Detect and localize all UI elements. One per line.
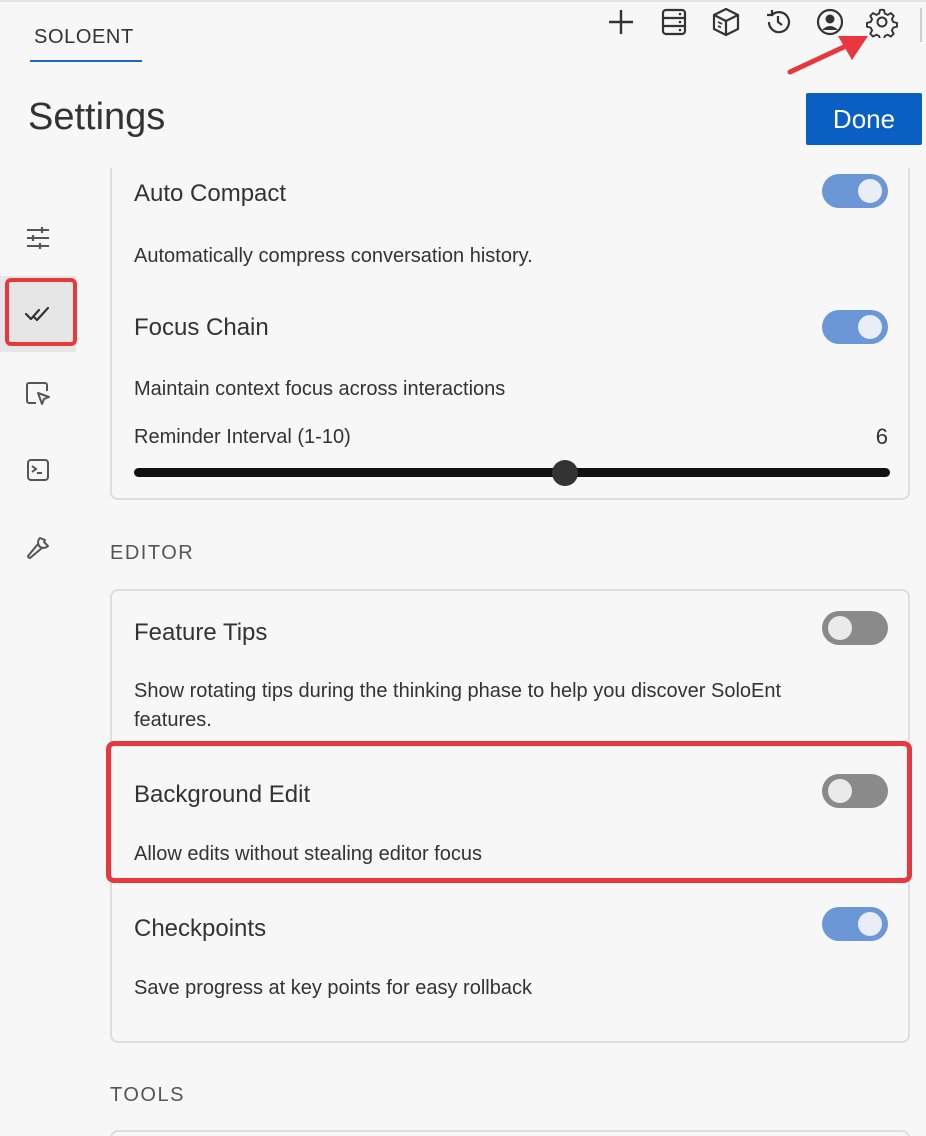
server-icon[interactable] xyxy=(654,2,694,42)
package-icon[interactable] xyxy=(706,2,746,42)
feature-tips-toggle[interactable] xyxy=(822,611,888,645)
brand-tab[interactable]: SOLOENT xyxy=(30,26,142,62)
auto-compact-title: Auto Compact xyxy=(134,180,287,207)
checkpoints-toggle[interactable] xyxy=(822,907,888,941)
tools-card xyxy=(110,1130,910,1136)
focus-chain-description: Maintain context focus across interactio… xyxy=(134,378,506,400)
plus-icon[interactable] xyxy=(601,2,641,42)
reminder-interval-label: Reminder Interval (1-10) xyxy=(134,426,351,448)
auto-compact-description: Automatically compress conversation hist… xyxy=(134,245,533,267)
editor-section-heading: EDITOR xyxy=(110,542,195,564)
toolbar-divider xyxy=(920,8,922,42)
feature-tips-description: Show rotating tips during the thinking p… xyxy=(134,680,782,731)
reminder-interval-value: 6 xyxy=(875,424,888,449)
focus-chain-title: Focus Chain xyxy=(134,314,269,341)
auto-compact-toggle[interactable] xyxy=(822,174,888,208)
checkpoints-description: Save progress at key points for easy rol… xyxy=(134,977,532,999)
features-card: Auto Compact Automatically compress conv… xyxy=(110,168,910,500)
slider-thumb[interactable] xyxy=(551,460,578,486)
annotation-highlight-box xyxy=(106,741,912,883)
feature-tips-title: Feature Tips xyxy=(134,619,268,646)
checkpoints-title: Checkpoints xyxy=(134,915,267,942)
annotation-arrow-icon xyxy=(787,36,868,75)
done-button[interactable]: Done xyxy=(806,93,922,145)
tools-section-heading: TOOLS xyxy=(110,1084,185,1106)
page-title: Settings xyxy=(28,96,166,138)
reminder-interval-slider[interactable] xyxy=(134,468,890,477)
settings-content[interactable]: Auto Compact Automatically compress conv… xyxy=(0,168,926,1136)
focus-chain-toggle[interactable] xyxy=(822,310,888,344)
